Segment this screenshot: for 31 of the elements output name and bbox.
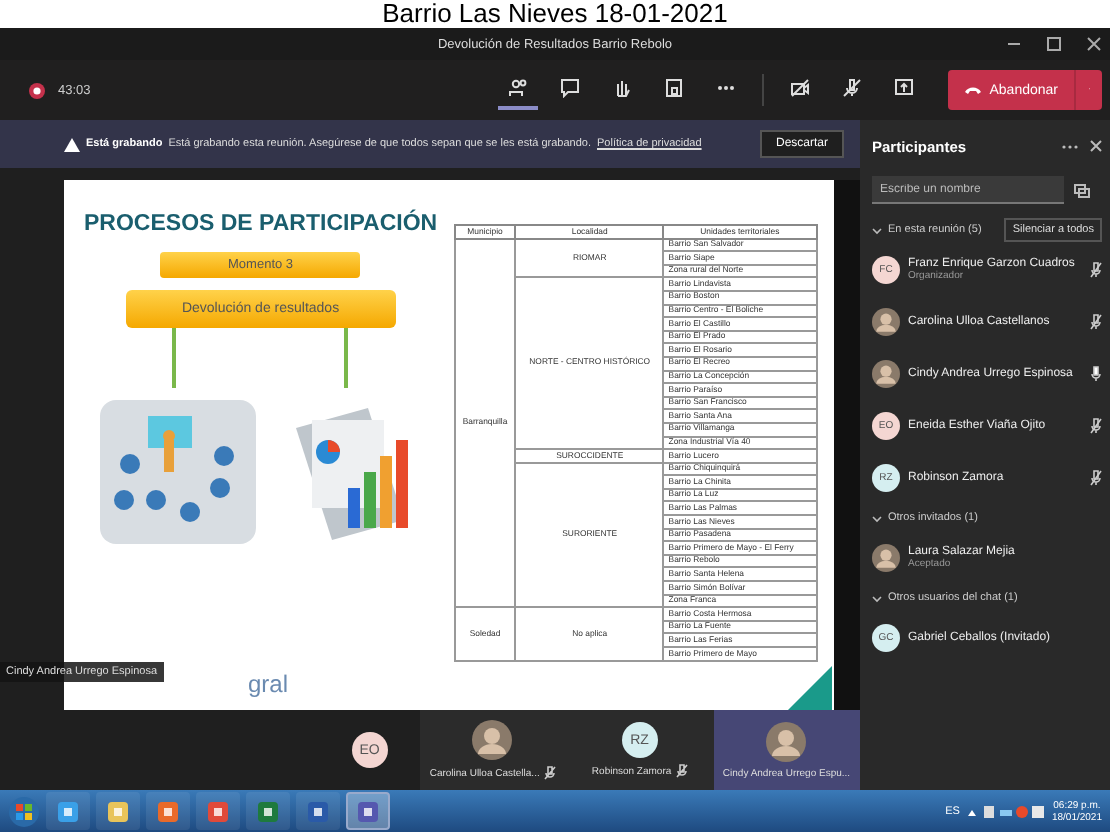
caret-icon[interactable]: [872, 593, 882, 603]
caption-text: Barrio Las Nieves 18-01-2021: [0, 0, 1110, 28]
caret-icon[interactable]: [872, 225, 882, 235]
corner-decoration: [788, 666, 832, 710]
avatar-silhouette: [872, 360, 900, 388]
share-people-icon[interactable]: [1074, 183, 1090, 197]
caret-icon[interactable]: [872, 513, 882, 523]
slide-title: PROCESOS DE PARTICIPACIÓN: [84, 212, 438, 236]
close-icon[interactable]: [1086, 36, 1102, 52]
warning-icon: [64, 137, 80, 151]
teams-icon[interactable]: [346, 792, 390, 830]
muted-microphone-icon: [543, 766, 556, 780]
document-icon[interactable]: [296, 792, 340, 830]
phone-icon: [963, 84, 982, 96]
play-icon[interactable]: [146, 792, 190, 830]
logo-text: gral: [248, 670, 289, 698]
avatar-silhouette: [872, 308, 900, 336]
avatar-silhouette: [872, 544, 900, 572]
browser-icon[interactable]: [46, 792, 90, 830]
maximize-icon[interactable]: [1046, 36, 1062, 52]
browser-icon[interactable]: [196, 792, 240, 830]
folder-icon[interactable]: [96, 792, 140, 830]
recording-icon: [28, 81, 46, 99]
tray-icons-drawing[interactable]: [965, 803, 1046, 819]
avatar-silhouette: [766, 721, 807, 761]
close-icon[interactable]: [1090, 140, 1102, 152]
avatar-silhouette: [472, 720, 513, 760]
muted-microphone-icon: [675, 764, 688, 778]
more-icon[interactable]: [1062, 143, 1078, 149]
spreadsheet-icon[interactable]: [246, 792, 290, 830]
start-button[interactable]: [8, 795, 40, 827]
